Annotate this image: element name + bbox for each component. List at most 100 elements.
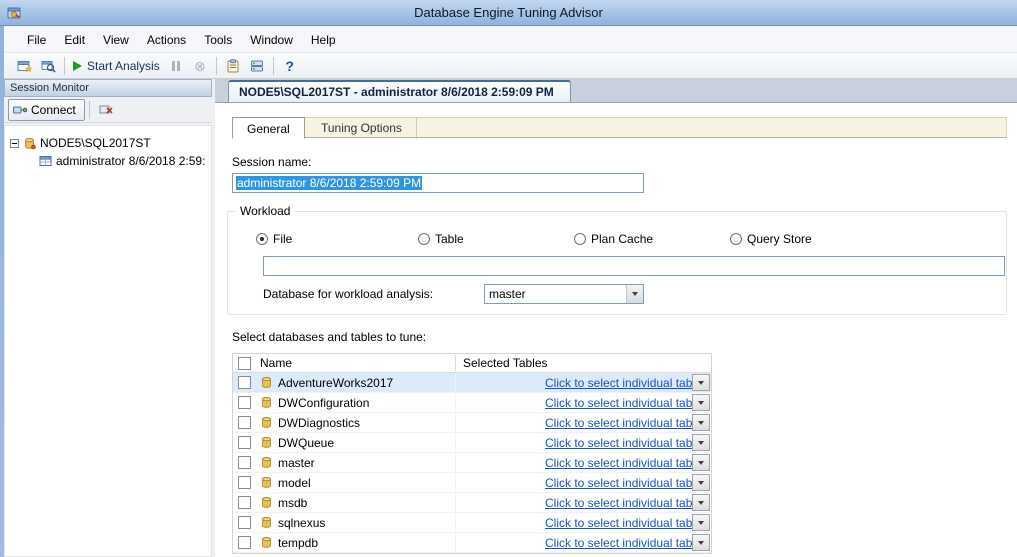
select-tables-link[interactable]: Click to select individual tables xyxy=(545,436,708,450)
select-databases-label: Select databases and tables to tune: xyxy=(232,330,426,344)
session-monitor-header: Session Monitor xyxy=(4,79,212,97)
row-checkbox[interactable] xyxy=(238,496,251,509)
apply-recommendations-icon xyxy=(226,59,240,73)
table-row-dwdiagnostics: DWDiagnostics Click to select individual… xyxy=(233,413,711,433)
tables-dropdown-button[interactable] xyxy=(692,474,710,491)
help-icon: ? xyxy=(285,58,294,74)
row-checkbox[interactable] xyxy=(238,436,251,449)
title-bar[interactable]: Database Engine Tuning Advisor xyxy=(0,0,1017,26)
workload-file-input[interactable] xyxy=(263,256,1005,276)
tab-general[interactable]: General xyxy=(232,117,305,139)
select-tables-link[interactable]: Click to select individual tables xyxy=(545,476,708,490)
tables-dropdown-button[interactable] xyxy=(692,434,710,451)
row-checkbox[interactable] xyxy=(238,416,251,429)
document-tab[interactable]: NODE5\SQL2017ST - administrator 8/6/2018… xyxy=(228,80,571,102)
tree-collapse-toggle[interactable] xyxy=(10,139,19,148)
radio-file-label: File xyxy=(273,232,292,246)
select-tables-link[interactable]: Click to select individual tables xyxy=(545,536,708,550)
help-button[interactable]: ? xyxy=(278,55,302,77)
tables-dropdown-button[interactable] xyxy=(692,534,710,551)
stop-analysis-button[interactable]: ⊗ xyxy=(188,55,212,77)
apply-recommendations-button[interactable] xyxy=(221,55,245,77)
document-area: NODE5\SQL2017ST - administrator 8/6/2018… xyxy=(215,79,1017,557)
radio-icon xyxy=(730,233,742,245)
menu-actions[interactable]: Actions xyxy=(138,27,195,52)
database-icon xyxy=(260,436,273,449)
tables-dropdown-button[interactable] xyxy=(692,494,710,511)
select-all-checkbox[interactable] xyxy=(238,357,251,370)
select-tables-link[interactable]: Click to select individual tables xyxy=(545,376,708,390)
databases-table: Name Selected Tables AdventureWorks2017 … xyxy=(232,353,712,554)
table-row-tempdb: tempdb Click to select individual tables xyxy=(233,533,711,553)
radio-selected-icon xyxy=(256,233,268,245)
open-session-button[interactable] xyxy=(36,55,60,77)
row-checkbox[interactable] xyxy=(238,536,251,549)
app-window: Database Engine Tuning Advisor File Edit… xyxy=(0,0,1017,557)
select-tables-link[interactable]: Click to select individual tables xyxy=(545,396,708,410)
session-name-value: administrator 8/6/2018 2:59:09 PM xyxy=(236,176,422,190)
workload-db-combo[interactable]: master xyxy=(484,284,644,304)
connect-label: Connect xyxy=(31,103,76,117)
dropdown-arrow-button[interactable] xyxy=(626,285,643,303)
pause-analysis-button[interactable] xyxy=(164,55,188,77)
tables-dropdown-button[interactable] xyxy=(692,514,710,531)
session-tree: NODE5\SQL2017ST administrator 8/6/2018 2… xyxy=(4,125,212,557)
workload-radio-table[interactable]: Table xyxy=(418,232,464,246)
start-analysis-button[interactable]: Start Analysis xyxy=(69,55,164,77)
server-node-label[interactable]: NODE5\SQL2017ST xyxy=(40,136,151,150)
menu-file[interactable]: File xyxy=(18,27,55,52)
database-name: DWConfiguration xyxy=(278,396,369,410)
workload-radio-query-store[interactable]: Query Store xyxy=(730,232,812,246)
server-icon xyxy=(250,59,264,73)
tables-dropdown-button[interactable] xyxy=(692,394,710,411)
row-checkbox[interactable] xyxy=(238,476,251,489)
database-icon xyxy=(260,396,273,409)
workload-group: Workload File Table Plan Cache Query Sto… xyxy=(227,211,1007,315)
session-monitor-toolbar: Connect xyxy=(4,97,212,123)
row-checkbox[interactable] xyxy=(238,396,251,409)
database-icon xyxy=(260,376,273,389)
toolbar-separator xyxy=(64,57,65,75)
session-name-input[interactable]: administrator 8/6/2018 2:59:09 PM xyxy=(232,173,644,193)
connect-button[interactable]: Connect xyxy=(8,99,85,121)
session-node-label[interactable]: administrator 8/6/2018 2:59: xyxy=(56,154,205,168)
menu-tools[interactable]: Tools xyxy=(195,27,241,52)
workload-radio-file[interactable]: File xyxy=(256,232,292,246)
table-row-msdb: msdb Click to select individual tables xyxy=(233,493,711,513)
tree-item-server[interactable]: NODE5\SQL2017ST xyxy=(5,134,211,152)
radio-icon xyxy=(418,233,430,245)
row-checkbox[interactable] xyxy=(238,516,251,529)
close-session-button[interactable] xyxy=(94,99,118,121)
tables-dropdown-button[interactable] xyxy=(692,454,710,471)
new-session-button[interactable] xyxy=(12,55,36,77)
tables-dropdown-button[interactable] xyxy=(692,414,710,431)
start-analysis-label: Start Analysis xyxy=(87,59,160,73)
database-name: master xyxy=(278,456,315,470)
select-tables-link[interactable]: Click to select individual tables xyxy=(545,456,708,470)
tables-dropdown-button[interactable] xyxy=(692,374,710,391)
menu-window[interactable]: Window xyxy=(241,27,302,52)
select-tables-link[interactable]: Click to select individual tables xyxy=(545,416,708,430)
database-name: model xyxy=(278,476,311,490)
menu-help[interactable]: Help xyxy=(302,27,345,52)
database-name: tempdb xyxy=(278,536,318,550)
menu-edit[interactable]: Edit xyxy=(55,27,94,52)
select-tables-link[interactable]: Click to select individual tables xyxy=(545,516,708,530)
database-name: sqlnexus xyxy=(278,516,325,530)
workload-db-value: master xyxy=(485,287,626,301)
name-column-header[interactable]: Name xyxy=(260,356,292,370)
select-tables-link[interactable]: Click to select individual tables xyxy=(545,496,708,510)
row-checkbox[interactable] xyxy=(238,456,251,469)
server-button[interactable] xyxy=(245,55,269,77)
row-checkbox[interactable] xyxy=(238,376,251,389)
workload-db-label: Database for workload analysis: xyxy=(263,287,433,301)
close-session-icon xyxy=(99,104,113,116)
subtab-strip: General Tuning Options xyxy=(232,117,1007,138)
menu-view[interactable]: View xyxy=(94,27,138,52)
tree-item-session[interactable]: administrator 8/6/2018 2:59: xyxy=(5,152,211,170)
table-row-sqlnexus: sqlnexus Click to select individual tabl… xyxy=(233,513,711,533)
selected-tables-column-header[interactable]: Selected Tables xyxy=(463,356,548,370)
workload-radio-plan-cache[interactable]: Plan Cache xyxy=(574,232,653,246)
database-icon xyxy=(260,416,273,429)
tab-tuning-options[interactable]: Tuning Options xyxy=(307,117,417,139)
